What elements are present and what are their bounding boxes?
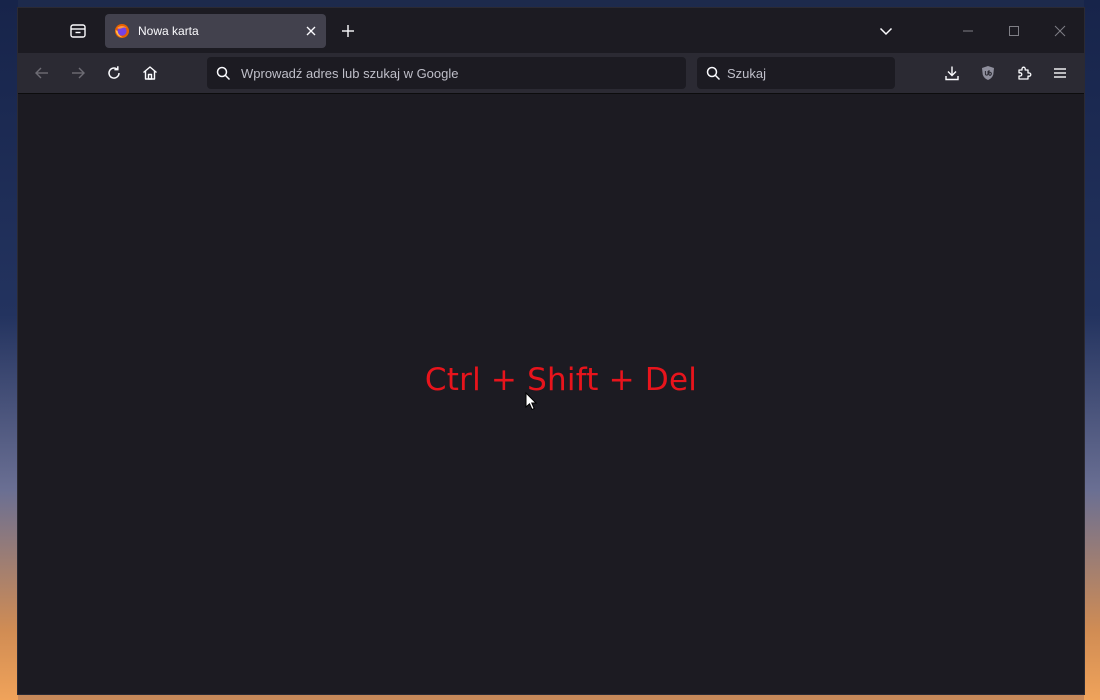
address-input[interactable] <box>241 65 641 81</box>
ublock-shield-icon <box>980 65 996 81</box>
search-icon <box>216 66 231 81</box>
home-icon <box>142 65 158 81</box>
close-icon <box>1054 25 1066 37</box>
tab-title: Nowa karta <box>138 24 199 38</box>
new-tab-page: Ctrl + Shift + Del <box>18 94 1084 694</box>
chevron-down-icon <box>879 24 893 38</box>
new-tab-button[interactable] <box>332 15 364 47</box>
firefox-view-icon <box>69 22 87 40</box>
maximize-button[interactable] <box>998 15 1030 47</box>
desktop-wallpaper-right <box>1084 0 1100 700</box>
firefox-logo-icon <box>114 23 130 39</box>
ublock-origin-button[interactable] <box>972 57 1004 89</box>
tab-new-tab[interactable]: Nowa karta <box>105 14 326 48</box>
app-menu-button[interactable] <box>1044 57 1076 89</box>
reload-icon <box>106 65 122 81</box>
maximize-icon <box>1008 25 1020 37</box>
plus-icon <box>341 24 355 38</box>
downloads-button[interactable] <box>936 57 968 89</box>
back-button[interactable] <box>26 57 58 89</box>
keyboard-shortcut-caption: Ctrl + Shift + Del <box>424 362 698 398</box>
desktop-wallpaper-left <box>0 0 18 700</box>
home-button[interactable] <box>134 57 166 89</box>
search-icon <box>706 66 721 81</box>
minimize-button[interactable] <box>952 15 984 47</box>
extensions-button[interactable] <box>1008 57 1040 89</box>
mouse-cursor-icon <box>525 392 537 411</box>
minimize-icon <box>962 25 974 37</box>
hamburger-menu-icon <box>1053 66 1067 80</box>
reload-button[interactable] <box>98 57 130 89</box>
search-bar[interactable] <box>697 57 895 89</box>
forward-button[interactable] <box>62 57 94 89</box>
browser-window: Nowa karta Wprowadź adres lub szukaj w G… <box>18 8 1084 694</box>
address-bar[interactable] <box>207 57 686 89</box>
arrow-left-icon <box>34 65 50 81</box>
puzzle-icon <box>1016 65 1032 81</box>
arrow-right-icon <box>70 65 86 81</box>
search-input[interactable] <box>727 65 877 81</box>
download-icon <box>944 65 960 81</box>
close-window-button[interactable] <box>1044 15 1076 47</box>
list-all-tabs-button[interactable] <box>870 15 902 47</box>
firefox-view-button[interactable] <box>62 15 94 47</box>
title-bar: Nowa karta <box>18 8 1084 53</box>
navigation-toolbar <box>18 53 1084 94</box>
close-tab-icon[interactable] <box>305 25 317 37</box>
